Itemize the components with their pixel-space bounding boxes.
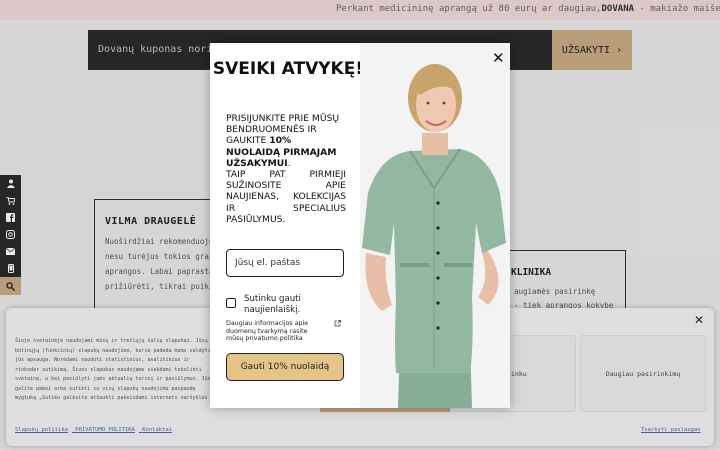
modal-title: SVEIKI ATVYKĘ! <box>212 59 364 79</box>
get-discount-button[interactable]: Gauti 10% nuolaidą <box>226 353 344 381</box>
email-field[interactable] <box>226 249 344 277</box>
newsletter-modal: SVEIKI ATVYKĘ! PRISIJUNKITE PRIE MŪSŲ BE… <box>210 43 510 408</box>
close-icon[interactable]: ✕ <box>492 49 505 67</box>
modal-news-text: TAIP PAT PIRMIEJI SUŽINOSITE APIE NAUJIE… <box>226 169 346 225</box>
privacy-text: Daugiau informacijos apie duomenų tvarky… <box>226 320 309 343</box>
newsletter-checkbox[interactable] <box>226 298 236 308</box>
modal-description: PRISIJUNKITE PRIE MŪSŲ BENDRUOMENĖS IR G… <box>226 113 346 225</box>
external-link-icon[interactable] <box>334 320 341 329</box>
modal-offer-text: PRISIJUNKITE PRIE MŪSŲ BENDRUOMENĖS IR G… <box>226 113 340 169</box>
model-photo <box>360 43 510 408</box>
modal-content: SVEIKI ATVYKĘ! PRISIJUNKITE PRIE MŪSŲ BE… <box>210 43 363 408</box>
nurse-illustration <box>360 43 510 408</box>
newsletter-checkbox-label: Sutinku gauti naujienlaiškį. <box>244 294 301 315</box>
